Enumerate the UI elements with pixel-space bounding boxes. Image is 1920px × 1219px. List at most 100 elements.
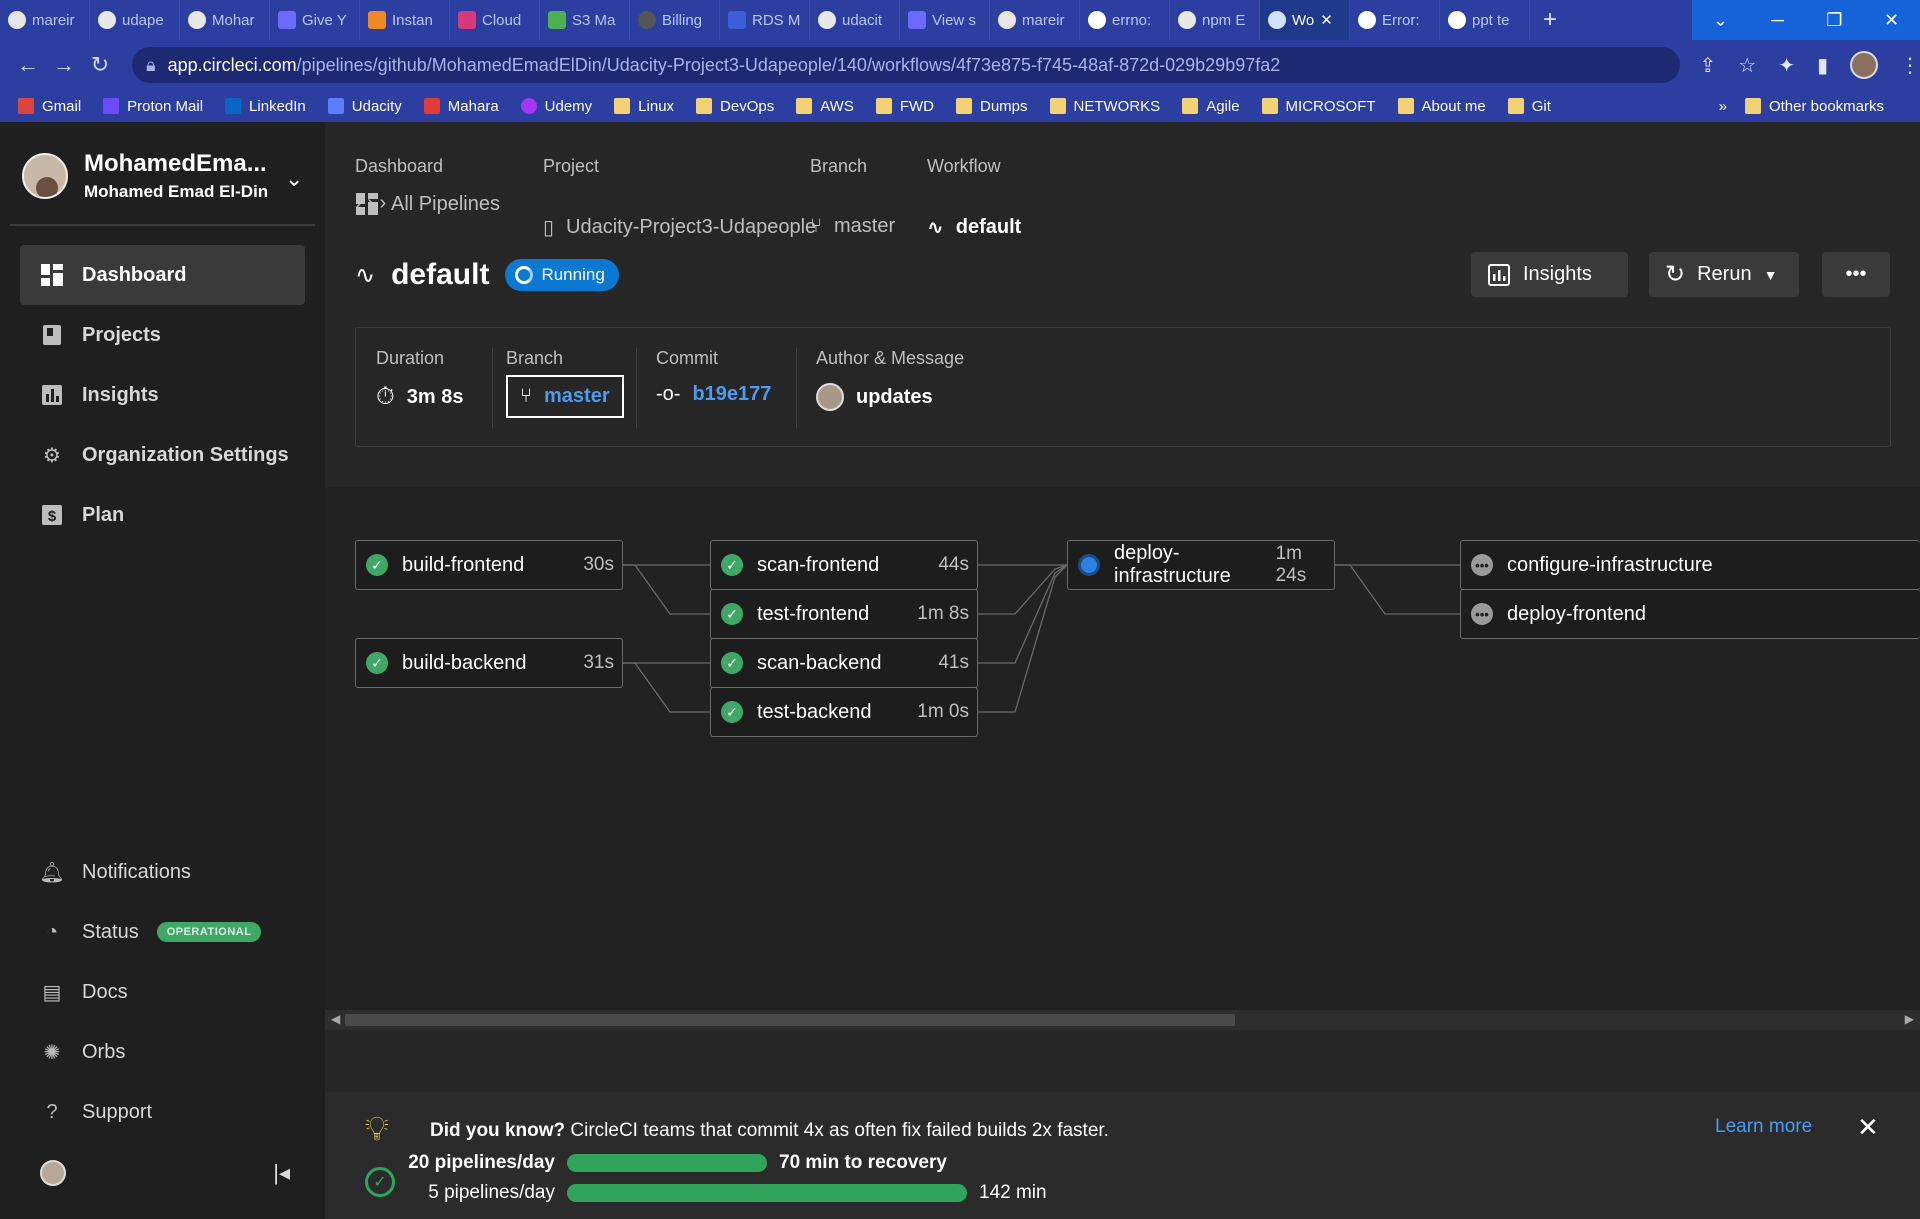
url-field[interactable]: 🔒︎ app.circleci.com/pipelines/github/Moh… [132, 47, 1680, 83]
forward-icon[interactable]: → [46, 52, 82, 78]
close-window-icon[interactable]: ✕ [1863, 0, 1920, 40]
bookmark-star-icon[interactable]: ☆ [1738, 53, 1756, 78]
browser-tab[interactable]: View s [900, 0, 990, 40]
horizontal-scrollbar[interactable]: ◀ ▶ [325, 1010, 1920, 1030]
bookmark-folder[interactable]: Git [1507, 98, 1551, 115]
user-menu[interactable]: MohamedEma... Mohamed Emad El-Din [22, 150, 268, 202]
bookmark-folder[interactable]: MICROSOFT [1261, 98, 1376, 115]
job-configure-infrastructure[interactable]: ••• configure-infrastructure [1460, 540, 1920, 590]
other-bookmarks[interactable]: Other bookmarks [1744, 98, 1884, 115]
bookmark-folder[interactable]: AWS [796, 98, 854, 115]
docs-icon: ▤ [42, 981, 62, 1004]
more-bookmarks-icon[interactable]: » [1719, 98, 1727, 115]
avatar[interactable] [40, 1160, 66, 1186]
bookmark-folder[interactable]: DevOps [696, 98, 774, 115]
learn-more-link[interactable]: Learn more [1715, 1116, 1812, 1138]
bookmark-folder[interactable]: Linux [614, 98, 674, 115]
browser-tab[interactable]: Instan [360, 0, 450, 40]
sidepanel-icon[interactable]: ▮ [1817, 53, 1828, 78]
restore-icon[interactable]: ❐ [1806, 0, 1863, 40]
job-scan-backend[interactable]: ✓ scan-backend 41s [710, 638, 978, 688]
browser-tab-active[interactable]: Wo ✕ [1260, 0, 1350, 40]
rerun-button[interactable]: ↻ Rerun ▼ [1649, 252, 1799, 297]
close-tab-icon[interactable]: ✕ [1320, 11, 1333, 29]
bookmark-proton[interactable]: Proton Mail [103, 98, 203, 115]
folder-icon [1049, 98, 1066, 114]
collapse-sidebar-icon[interactable]: |◂ [273, 1160, 290, 1186]
google-icon [1088, 11, 1106, 29]
browser-tab[interactable]: udape [90, 0, 180, 40]
job-deploy-frontend[interactable]: ••• deploy-frontend [1460, 589, 1920, 639]
browser-tab[interactable]: Give Y [270, 0, 360, 40]
workflow-icon: ∿ [927, 217, 944, 239]
browser-tab[interactable]: Mohar [180, 0, 270, 40]
sidebar-item-notifications[interactable]: 🔔︎ Notifications [20, 842, 305, 902]
tab-search-icon[interactable]: ⌄ [1692, 0, 1749, 40]
extensions-icon[interactable]: ✦ [1778, 53, 1795, 78]
divider [10, 224, 315, 226]
sidebar-item-projects[interactable]: Projects [20, 305, 305, 365]
bookmark-mahara[interactable]: Mahara [423, 98, 499, 115]
branch-link[interactable]: ⑂ master [506, 375, 624, 418]
job-test-frontend[interactable]: ✓ test-frontend 1m 8s [710, 589, 978, 639]
bookmark-udacity[interactable]: Udacity [327, 98, 402, 115]
sidebar-item-orbs[interactable]: ✺ Orbs [20, 1022, 305, 1082]
breadcrumb-project[interactable]: ▯ Udacity-Project3-Udapeople [543, 215, 816, 240]
browser-tab[interactable]: RDS M [720, 0, 810, 40]
sidebar-item-organization-settings[interactable]: ⚙ Organization Settings [20, 425, 305, 485]
profile-avatar[interactable] [1850, 51, 1878, 79]
scroll-left-icon[interactable]: ◀ [331, 1012, 340, 1026]
browser-tab[interactable]: ppt te [1440, 0, 1530, 40]
insights-button[interactable]: Insights [1471, 252, 1628, 297]
sidebar-item-status[interactable]: ◔ Status OPERATIONAL [20, 902, 305, 962]
job-build-backend[interactable]: ✓ build-backend 31s [355, 638, 623, 688]
new-tab-button[interactable]: + [1530, 6, 1570, 34]
commit-link[interactable]: -o-b19e177 [656, 383, 771, 406]
job-test-backend[interactable]: ✓ test-backend 1m 0s [710, 687, 978, 737]
page-title: default [391, 258, 490, 291]
more-options-button[interactable]: ••• [1822, 252, 1890, 297]
browser-tab[interactable]: Cloud [450, 0, 540, 40]
browser-tab[interactable]: npm E [1170, 0, 1260, 40]
sidebar-item-dashboard[interactable]: Dashboard [20, 245, 305, 305]
proton-icon [103, 98, 120, 114]
back-icon[interactable]: ← [10, 52, 46, 78]
sidebar-item-support[interactable]: ? Support [20, 1082, 305, 1142]
minimize-icon[interactable]: ─ [1749, 0, 1806, 40]
breadcrumb-workflow: ∿ default [927, 216, 1022, 239]
bookmark-folder[interactable]: FWD [875, 98, 934, 115]
browser-tab[interactable]: errno: [1080, 0, 1170, 40]
browser-tab[interactable]: mareir [0, 0, 90, 40]
close-icon[interactable]: ✕ [1857, 1112, 1879, 1143]
browser-tab[interactable]: Billing [630, 0, 720, 40]
sidebar-item-docs[interactable]: ▤ Docs [20, 962, 305, 1022]
browser-tab[interactable]: udacit [810, 0, 900, 40]
sidebar-item-insights[interactable]: Insights [20, 365, 305, 425]
breadcrumb-branch[interactable]: ⑂ master [810, 215, 895, 238]
bookmark-linkedin[interactable]: LinkedIn [225, 98, 306, 115]
job-scan-frontend[interactable]: ✓ scan-frontend 44s [710, 540, 978, 590]
avatar [22, 153, 68, 199]
browser-tab[interactable]: Error: [1350, 0, 1440, 40]
breadcrumb-all-pipelines[interactable]: All Pipelines [355, 192, 500, 216]
bookmark-folder[interactable]: About me [1397, 98, 1486, 115]
bookmark-gmail[interactable]: Gmail [18, 98, 81, 115]
share-icon[interactable]: ⇪ [1700, 53, 1717, 78]
bookmark-udemy[interactable]: Udemy [520, 98, 592, 115]
job-deploy-infrastructure[interactable]: deploy-infrastructure 1m 24s [1067, 540, 1335, 590]
browser-tab[interactable]: mareir [990, 0, 1080, 40]
scrollbar-thumb[interactable] [345, 1014, 1235, 1026]
bookmark-folder[interactable]: Agile [1182, 98, 1240, 115]
chevron-down-icon[interactable]: ⌄ [285, 166, 303, 192]
duration-field: Duration ⏱︎ 3m 8s [376, 348, 464, 410]
job-build-frontend[interactable]: ✓ build-frontend 30s [355, 540, 623, 590]
browser-tab[interactable]: S3 Ma [540, 0, 630, 40]
reload-icon[interactable]: ↻ [82, 52, 118, 78]
bookmark-folder[interactable]: Dumps [956, 98, 1028, 115]
scroll-right-icon[interactable]: ▶ [1905, 1012, 1914, 1026]
stat-row-low: 5 pipelines/day 142 min [428, 1182, 1047, 1203]
sidebar-item-plan[interactable]: $ Plan [20, 485, 305, 545]
browser-menu-icon[interactable]: ⋮ [1900, 53, 1920, 78]
project-icon: ▯ [543, 217, 555, 239]
bookmark-folder[interactable]: NETWORKS [1049, 98, 1160, 115]
